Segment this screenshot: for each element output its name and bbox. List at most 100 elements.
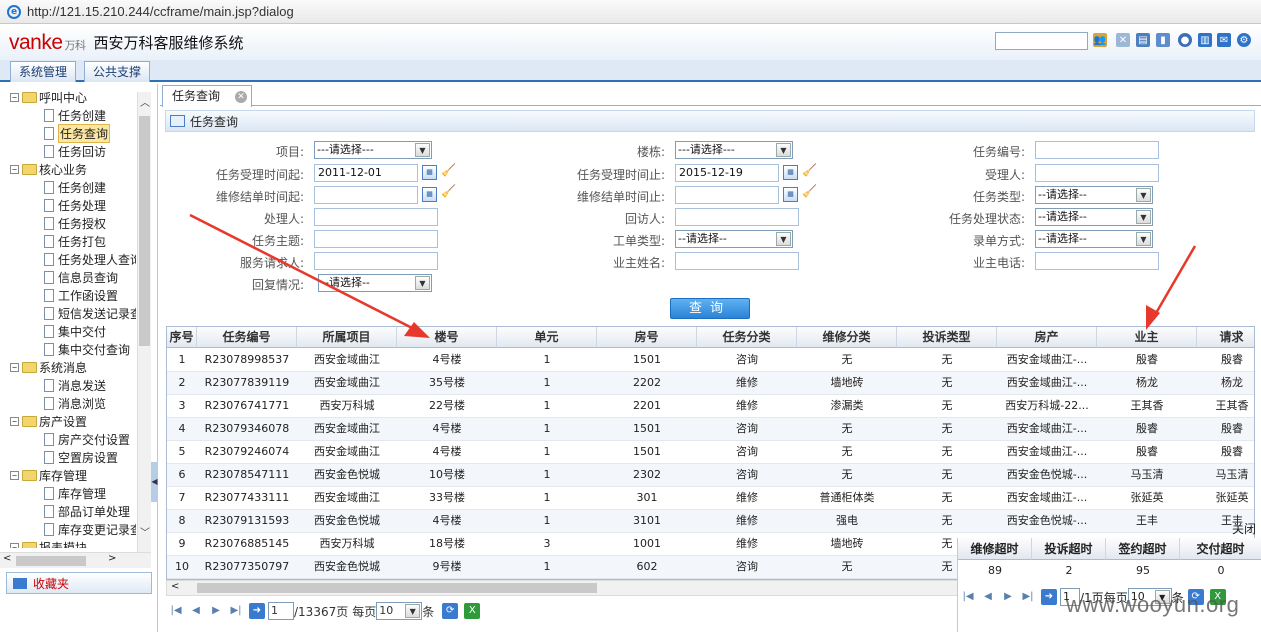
bookmark-icon[interactable]: ▮ <box>1156 33 1170 47</box>
collapse-toggle-icon[interactable]: − <box>10 164 19 174</box>
calendar-icon[interactable]: ▦ <box>783 165 798 180</box>
scroll-left-icon[interactable]: < <box>171 581 179 592</box>
tree-folder[interactable]: − 报表模块 <box>10 538 87 548</box>
first-page-icon[interactable]: |◀ <box>169 604 183 618</box>
task-status-select[interactable]: --请选择-- ▼ <box>1035 208 1153 226</box>
scroll-thumb[interactable] <box>139 116 150 346</box>
last-page-icon[interactable]: ▶| <box>1021 590 1035 604</box>
tree-leaf[interactable]: 房产交付设置 <box>44 430 130 448</box>
save-icon[interactable]: ▤ <box>1136 33 1150 47</box>
accept-to-input[interactable]: 2015-12-19 <box>675 164 779 182</box>
settings-icon[interactable]: ⚙ <box>1237 33 1251 47</box>
header-search-input[interactable] <box>995 32 1088 50</box>
tree-leaf[interactable]: 任务打包 <box>44 232 106 250</box>
tree-leaf[interactable]: 部品订单处理 <box>44 502 130 520</box>
order-type-select[interactable]: --请选择-- ▼ <box>675 230 793 248</box>
tree-leaf[interactable]: 任务授权 <box>44 214 106 232</box>
column-header[interactable]: 楼号 <box>397 327 497 348</box>
table-row[interactable]: 8 R23079131593 西安金色悦城 4号楼 1 3101 维修 强电 无 西安金色悦城-.… <box>167 510 1254 533</box>
go-page-icon[interactable]: ➜ <box>249 603 265 619</box>
owner-phone-input[interactable] <box>1035 252 1159 270</box>
column-header[interactable]: 房号 <box>597 327 697 348</box>
close-window-icon[interactable]: ✕ <box>1116 33 1130 47</box>
stats-close-link[interactable]: 关闭 <box>1232 520 1256 537</box>
calendar-icon[interactable]: ▦ <box>422 165 437 180</box>
page-input[interactable]: 1 <box>268 602 294 620</box>
handler-input[interactable] <box>314 208 438 226</box>
prev-page-icon[interactable]: ◀ <box>189 604 203 618</box>
tab-system-management[interactable]: 系统管理 <box>10 61 77 82</box>
building-select[interactable]: ---请选择--- ▼ <box>675 141 793 159</box>
column-header[interactable]: 任务分类 <box>697 327 797 348</box>
clear-brush-icon[interactable]: 🧹 <box>441 185 457 197</box>
column-header[interactable]: 业主 <box>1097 327 1197 348</box>
address-bar[interactable]: e http://121.15.210.244/ccframe/main.jsp… <box>0 0 1261 24</box>
url-text[interactable]: http://121.15.210.244/ccframe/main.jsp?d… <box>27 4 294 19</box>
entry-mode-select[interactable]: --请选择-- ▼ <box>1035 230 1153 248</box>
accept-from-input[interactable]: 2011-12-01 <box>314 164 418 182</box>
close-tab-icon[interactable]: ✕ <box>235 91 247 103</box>
favorites-bar[interactable]: 收藏夹 <box>6 572 152 594</box>
last-page-icon[interactable]: ▶| <box>229 604 243 618</box>
requester-input[interactable] <box>314 252 438 270</box>
per-page-select[interactable]: 10 ▼ <box>376 602 423 620</box>
next-page-icon[interactable]: ▶ <box>1001 590 1015 604</box>
mail-icon[interactable]: ✉ <box>1217 33 1231 47</box>
receiver-input[interactable] <box>1035 164 1159 182</box>
tree-leaf[interactable]: 集中交付 <box>44 322 106 340</box>
tree-leaf[interactable]: 空置房设置 <box>44 448 118 466</box>
table-row[interactable]: 5 R23079246074 西安金域曲江 4号楼 1 1501 咨询 无 无 西安金域曲江-..… <box>167 441 1254 464</box>
clear-brush-icon[interactable]: 🧹 <box>802 185 818 197</box>
table-row[interactable]: 3 R23076741771 西安万科城 22号楼 1 2201 维修 渗漏类 无 西安万科城-2… <box>167 395 1254 418</box>
tab-task-query[interactable]: 任务查询 ✕ <box>162 85 252 107</box>
query-button[interactable]: 查询 <box>670 298 750 319</box>
tree-leaf[interactable]: 集中交付查询 <box>44 340 130 358</box>
column-header[interactable]: 所属项目 <box>297 327 397 348</box>
scroll-up-icon[interactable]: ︿ <box>139 94 151 109</box>
owner-name-input[interactable] <box>675 252 799 270</box>
tree-leaf[interactable]: 消息浏览 <box>44 394 106 412</box>
tree-leaf[interactable]: 工作函设置 <box>44 286 118 304</box>
column-header[interactable]: 请求 <box>1197 327 1254 348</box>
tree-leaf[interactable]: 任务创建 <box>44 178 106 196</box>
collapse-toggle-icon[interactable]: − <box>10 542 19 548</box>
collapse-toggle-icon[interactable]: − <box>10 416 19 426</box>
clear-brush-icon[interactable]: 🧹 <box>802 164 818 176</box>
subject-input[interactable] <box>314 230 438 248</box>
tree-leaf[interactable]: 任务处理人查询 <box>44 250 136 268</box>
table-row[interactable]: 1 R23078998537 西安金域曲江 4号楼 1 1501 咨询 无 无 西安金域曲江-..… <box>167 349 1254 372</box>
column-header[interactable]: 房产 <box>997 327 1097 348</box>
calendar-icon[interactable]: ▦ <box>422 187 437 202</box>
refresh-icon[interactable]: ⟳ <box>442 603 459 619</box>
tree-leaf[interactable]: 库存管理 <box>44 484 106 502</box>
next-page-icon[interactable]: ▶ <box>209 604 223 618</box>
table-row[interactable]: 7 R23077433111 西安金域曲江 33号楼 1 301 维修 普通柜体类 无 西安金域曲… <box>167 487 1254 510</box>
tree-leaf[interactable]: 信息员查询 <box>44 268 118 286</box>
table-row[interactable]: 4 R23079346078 西安金域曲江 4号楼 1 1501 咨询 无 无 西安金域曲江-..… <box>167 418 1254 441</box>
hscroll-thumb[interactable] <box>197 583 597 593</box>
lock-icon[interactable]: ● <box>1178 33 1192 47</box>
collapse-toggle-icon[interactable]: − <box>10 470 19 480</box>
project-select[interactable]: ---请选择--- ▼ <box>314 141 432 159</box>
finish-from-input[interactable] <box>314 186 418 204</box>
scroll-left-icon[interactable]: < <box>3 553 11 564</box>
scroll-down-icon[interactable]: ﹀ <box>139 524 151 539</box>
column-header[interactable]: 投诉类型 <box>897 327 997 348</box>
tree-leaf[interactable]: 消息发送 <box>44 376 106 394</box>
table-row[interactable]: 6 R23078547111 西安金色悦城 10号楼 1 2302 咨询 无 无 西安金色悦城-.… <box>167 464 1254 487</box>
clear-brush-icon[interactable]: 🧹 <box>441 164 457 176</box>
tree-folder[interactable]: − 核心业务 <box>10 160 87 178</box>
scroll-right-icon[interactable]: > <box>108 553 116 564</box>
hscroll-thumb[interactable] <box>16 556 86 566</box>
calendar-icon[interactable]: ▦ <box>783 187 798 202</box>
column-header[interactable]: 维修分类 <box>797 327 897 348</box>
column-header[interactable]: 序号 <box>167 327 197 348</box>
collapse-sidebar-handle[interactable]: ◀ <box>151 462 158 502</box>
table-row[interactable]: 2 R23077839119 西安金域曲江 35号楼 1 2202 维修 墙地砖 无 西安金域曲江… <box>167 372 1254 395</box>
tree-leaf[interactable]: 任务创建 <box>44 106 106 124</box>
task-type-select[interactable]: --请选择-- ▼ <box>1035 186 1153 204</box>
column-header[interactable]: 任务编号 <box>197 327 297 348</box>
tree-folder[interactable]: − 系统消息 <box>10 358 87 376</box>
visitor-input[interactable] <box>675 208 799 226</box>
collapse-toggle-icon[interactable]: − <box>10 92 19 102</box>
